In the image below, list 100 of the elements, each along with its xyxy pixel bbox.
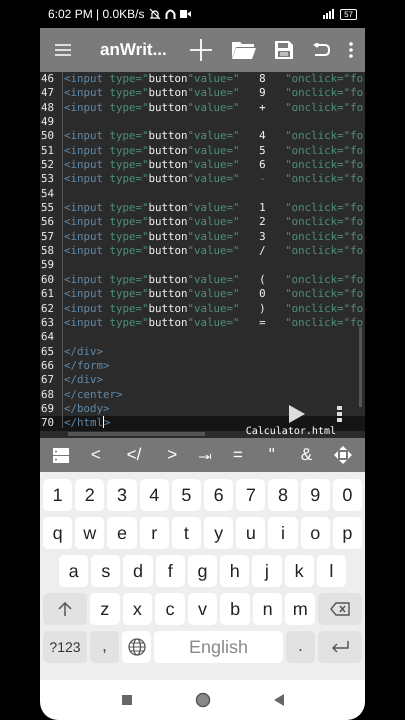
code-line: <input type="button"value=" 2 "onclick="fo xyxy=(64,215,364,230)
line-number: 58 xyxy=(40,244,56,258)
keyboard-key[interactable]: q xyxy=(43,517,72,549)
menu-icon[interactable] xyxy=(55,44,71,56)
home-icon[interactable] xyxy=(194,692,210,708)
code-line: </html> xyxy=(64,416,111,431)
code-line: <input type="button"value=" 1 "onclick="fo xyxy=(64,201,364,216)
line-number: 51 xyxy=(40,144,56,158)
extra-key[interactable]: = xyxy=(228,442,247,468)
space-bar[interactable]: English xyxy=(154,631,283,663)
line-number: 48 xyxy=(40,100,56,116)
keyboard-key[interactable]: s xyxy=(91,555,120,587)
line-number: 69 xyxy=(40,402,56,416)
keyboard-key[interactable]: y xyxy=(204,517,234,549)
shift-key[interactable] xyxy=(43,593,87,625)
line-number: 61 xyxy=(40,287,56,302)
keyboard-key[interactable]: h xyxy=(220,555,250,587)
code-line: </div> xyxy=(64,373,104,388)
headphones-icon xyxy=(164,8,176,20)
code-line: <input type="button"value=" + "onclick="fo xyxy=(64,100,364,116)
move-arrows-icon[interactable] xyxy=(334,446,352,464)
more-icon[interactable] xyxy=(337,406,342,422)
keyboard-key[interactable]: k xyxy=(284,555,314,587)
keyboard-key[interactable]: b xyxy=(220,593,250,625)
keyboard-key[interactable]: g xyxy=(188,555,218,587)
status-time: 6:02 PM | 0.0KB/s xyxy=(48,6,144,23)
code-line: <input type="button"value=" 3 "onclick="fo xyxy=(64,230,364,244)
keyboard-key[interactable]: 2 xyxy=(75,479,104,511)
keyboard-key[interactable]: u xyxy=(236,517,266,549)
keyboard-key[interactable]: o xyxy=(300,517,330,549)
line-number: 66 xyxy=(40,358,56,374)
keyboard-key[interactable]: i xyxy=(268,517,298,549)
keyboard-key[interactable]: e xyxy=(107,517,137,549)
undo-icon[interactable] xyxy=(312,43,330,57)
keyboard-key[interactable]: f xyxy=(156,555,185,587)
keyboard-key[interactable]: 6 xyxy=(204,479,234,511)
keyboard-key[interactable]: p xyxy=(332,517,362,549)
line-number: 53 xyxy=(40,172,56,187)
backspace-icon xyxy=(330,602,350,616)
save-icon[interactable] xyxy=(274,41,293,59)
code-line: <input type="button"value=" 5 "onclick="fo xyxy=(64,144,364,158)
line-number: 57 xyxy=(40,230,56,244)
folder-icon[interactable] xyxy=(232,41,256,59)
play-icon[interactable] xyxy=(289,405,305,423)
keyboard-key[interactable]: x xyxy=(122,593,152,625)
keyboard-key[interactable]: j xyxy=(252,555,282,587)
keyboard-key[interactable]: a xyxy=(59,555,88,587)
code-line: <input type="button"value=" 9 "onclick="fo xyxy=(64,86,364,101)
enter-key[interactable] xyxy=(318,631,362,663)
code-line: <input type="button"value=" ) "onclick="fo xyxy=(64,302,364,316)
code-line: <input type="button"value=" 6 "onclick="fo xyxy=(64,158,364,172)
keyboard-key[interactable]: w xyxy=(75,517,104,549)
signal-icon xyxy=(320,9,336,19)
line-number: 46 xyxy=(40,72,56,86)
keyboard-key[interactable]: 4 xyxy=(140,479,169,511)
keyboard-key[interactable]: , xyxy=(90,631,119,663)
keyboard-key[interactable]: t xyxy=(172,517,202,549)
code-line: <input type="button"value=" = "onclick="fo xyxy=(64,316,364,330)
line-number: 70 xyxy=(40,416,56,431)
keyboard-key[interactable]: 7 xyxy=(236,479,266,511)
code-line: <input type="button"value=" - "onclick="fo xyxy=(64,172,364,187)
plus-icon[interactable] xyxy=(190,39,212,61)
muted-bell-icon xyxy=(148,8,160,20)
extra-key[interactable]: > xyxy=(163,442,182,468)
keyboard-key[interactable]: 5 xyxy=(172,479,202,511)
keyboard-key[interactable]: 9 xyxy=(300,479,330,511)
keyboard-key[interactable]: 3 xyxy=(107,479,137,511)
line-number: 59 xyxy=(40,258,56,273)
extra-key[interactable]: & xyxy=(296,442,316,468)
back-icon[interactable] xyxy=(274,694,284,706)
code-line: <input type="button"value=" 0 "onclick="fo xyxy=(64,287,364,302)
keyboard-key[interactable]: c xyxy=(155,593,185,625)
code-line: <input type="button"value=" 4 "onclick="fo xyxy=(64,129,364,144)
tab-key-icon[interactable] xyxy=(199,451,212,459)
extra-key[interactable]: " xyxy=(264,442,279,468)
keyboard-key[interactable]: . xyxy=(286,631,315,663)
keyboard-key[interactable]: z xyxy=(90,593,120,625)
line-number: 55 xyxy=(40,201,56,216)
language-key[interactable] xyxy=(122,631,151,663)
code-line: </div> xyxy=(64,344,104,359)
line-number: 50 xyxy=(40,129,56,144)
keyboard-key[interactable]: 0 xyxy=(332,479,362,511)
keyboard-key[interactable]: l xyxy=(316,555,346,587)
line-number: 64 xyxy=(40,330,56,345)
keyboard-key[interactable]: r xyxy=(140,517,169,549)
list-icon[interactable] xyxy=(52,448,69,462)
keyboard-key[interactable]: n xyxy=(252,593,282,625)
code-line: <input type="button"value=" ( "onclick="fo xyxy=(64,272,364,288)
keyboard-key[interactable]: d xyxy=(123,555,153,587)
symbols-key[interactable]: ?123 xyxy=(43,631,87,663)
recent-apps-icon[interactable] xyxy=(122,695,132,705)
extra-key[interactable]: </ xyxy=(122,442,146,468)
keyboard-key[interactable]: m xyxy=(285,593,316,625)
keyboard-key[interactable]: 8 xyxy=(268,479,298,511)
extra-key[interactable]: < xyxy=(86,442,105,468)
battery-level: 57 xyxy=(340,8,357,20)
backspace-key[interactable] xyxy=(318,593,362,625)
keyboard-key[interactable]: 1 xyxy=(43,479,72,511)
line-number: 47 xyxy=(40,86,56,101)
keyboard-key[interactable]: v xyxy=(188,593,218,625)
